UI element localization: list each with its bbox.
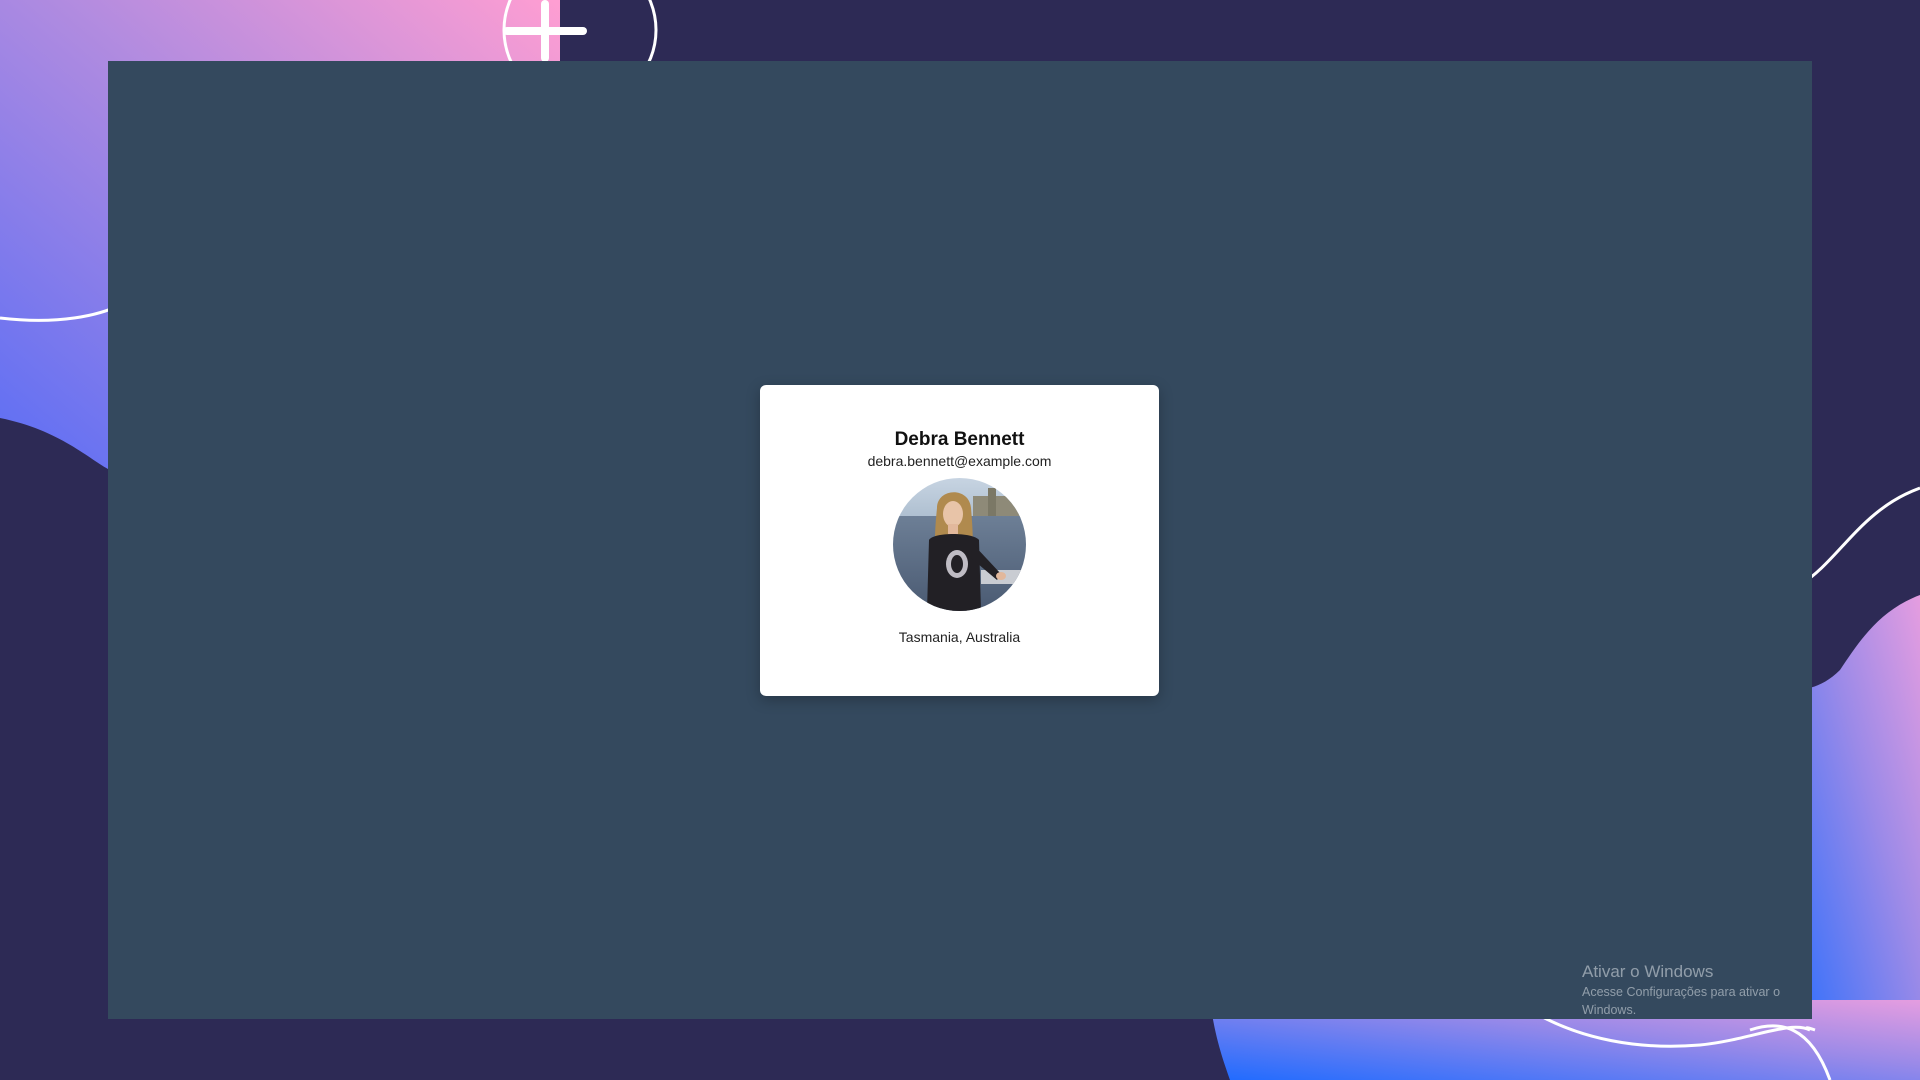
watermark-title: Ativar o Windows [1582, 962, 1714, 981]
watermark-subtitle: Acesse Configurações para ativar o Windo… [1582, 985, 1781, 1017]
profile-email: debra.bennett@example.com [867, 453, 1052, 469]
profile-photo-icon [893, 478, 1026, 611]
right-arc [1799, 486, 1920, 587]
profile-location: Tasmania, Australia [898, 629, 1021, 645]
profile-name: Debra Bennett [894, 429, 1025, 450]
plus-vertical [541, 0, 549, 62]
profile-card: Debra Bennett debra.bennett@example.com [760, 385, 1159, 696]
windows-activation-watermark: Ativar o Windows Acesse Configurações pa… [1582, 961, 1812, 1019]
page-viewport: Debra Bennett debra.bennett@example.com [108, 61, 1812, 1019]
avatar [893, 478, 1026, 611]
